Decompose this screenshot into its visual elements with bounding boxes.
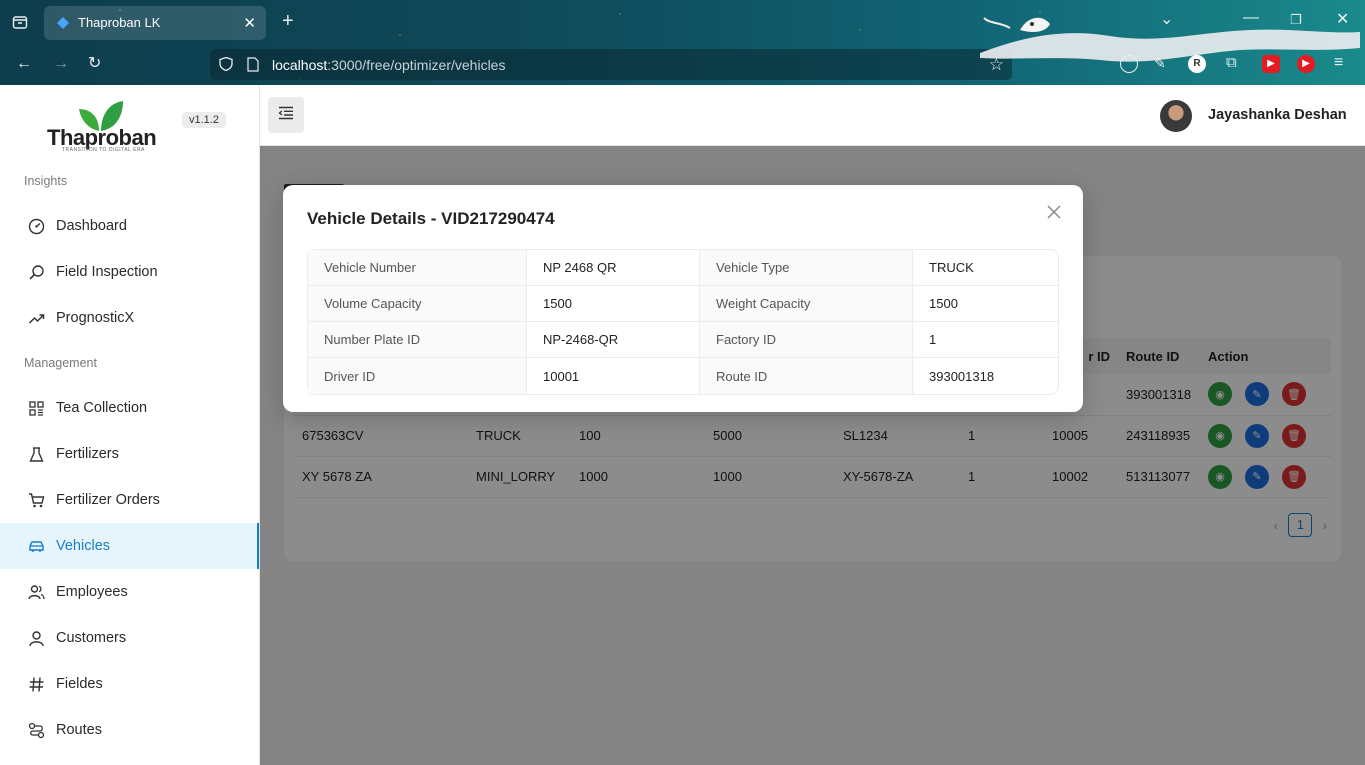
- sidebar-item-field-inspection[interactable]: Field Inspection: [0, 249, 259, 295]
- hash-icon: [27, 675, 45, 693]
- avatar[interactable]: [1160, 100, 1192, 132]
- wrench-icon[interactable]: ✎: [1154, 55, 1166, 71]
- address-bar[interactable]: localhost:3000/free/optimizer/vehicles ☆: [210, 49, 1012, 80]
- sidebar-item-fieldes[interactable]: Fieldes: [0, 661, 259, 707]
- sidebar-item-label: Field Inspection: [56, 264, 158, 280]
- url-host: localhost: [272, 57, 328, 73]
- tab-overview-icon[interactable]: [12, 14, 28, 34]
- modal-close-button[interactable]: [1045, 203, 1063, 221]
- sidebar-item-tea-collection[interactable]: Tea Collection: [0, 385, 259, 431]
- sidebar: Thaproban TRANSITION TO DIGITAL ERA v1.1…: [0, 85, 260, 765]
- detail-value: NP-2468-QR: [527, 322, 700, 358]
- team-icon: [27, 583, 45, 601]
- menu-toggle-button[interactable]: [268, 97, 304, 133]
- detail-value: 1500: [913, 286, 1058, 322]
- app-menu-icon[interactable]: ≡: [1334, 55, 1343, 71]
- sidebar-item-label: Fieldes: [56, 676, 103, 692]
- detail-value: 1: [913, 322, 1058, 358]
- sidebar-item-routes[interactable]: Routes: [0, 707, 259, 753]
- menu-fold-icon: [278, 106, 294, 125]
- sidebar-item-customers[interactable]: Customers: [0, 615, 259, 661]
- details-row: Driver ID 10001 Route ID 393001318: [308, 358, 1058, 394]
- play-icon[interactable]: ▶: [1297, 55, 1315, 73]
- sidebar-item-label: Customers: [56, 630, 127, 646]
- details-row: Volume Capacity 1500 Weight Capacity 150…: [308, 286, 1058, 322]
- tab-title: Thaproban LK: [78, 15, 161, 30]
- extension-r-icon[interactable]: R: [1188, 55, 1206, 73]
- browser-chrome: Thaproban LK ✕ + ⌄ — ❐ ✕ ← → ↻ localhost…: [0, 0, 1365, 85]
- sidebar-item-fertilizer-orders[interactable]: Fertilizer Orders: [0, 477, 259, 523]
- route-icon: [27, 721, 45, 739]
- sidebar-item-dashboard[interactable]: Dashboard: [0, 203, 259, 249]
- detail-value: TRUCK: [913, 250, 1058, 286]
- detail-label: Vehicle Number: [308, 250, 527, 286]
- url-path: :3000/free/optimizer/vehicles: [327, 57, 506, 73]
- detail-label: Volume Capacity: [308, 286, 527, 322]
- trend-icon: [27, 309, 45, 327]
- detail-label: Vehicle Type: [700, 250, 913, 286]
- section-insights: Insights: [24, 174, 68, 188]
- new-tab-icon[interactable]: +: [282, 11, 294, 31]
- youtube-icon[interactable]: ▶: [1262, 55, 1280, 73]
- back-icon[interactable]: ←: [16, 56, 32, 72]
- details-row: Vehicle Number NP 2468 QR Vehicle Type T…: [308, 250, 1058, 286]
- user-icon: [27, 629, 45, 647]
- grid-icon: [27, 399, 45, 417]
- user-name[interactable]: Jayashanka Deshan: [1208, 107, 1347, 123]
- sidebar-item-label: Fertilizers: [56, 446, 119, 462]
- sidebar-item-prognosticx[interactable]: PrognosticX: [0, 295, 259, 341]
- detail-label: Weight Capacity: [700, 286, 913, 322]
- detail-label: Factory ID: [700, 322, 913, 358]
- sidebar-item-label: Routes: [56, 722, 102, 738]
- top-header: Jayashanka Deshan: [260, 85, 1365, 146]
- sidebar-item-label: Vehicles: [56, 538, 111, 554]
- pocket-icon[interactable]: [1120, 55, 1138, 73]
- vehicle-details-table: Vehicle Number NP 2468 QR Vehicle Type T…: [307, 249, 1059, 395]
- sidebar-item-label: PrognosticX: [56, 310, 135, 326]
- sidebar-item-fertilizers[interactable]: Fertilizers: [0, 431, 259, 477]
- detail-label: Number Plate ID: [308, 322, 527, 358]
- detail-label: Route ID: [700, 358, 913, 394]
- section-management: Management: [24, 356, 97, 370]
- sidebar-item-employees[interactable]: Employees: [0, 569, 259, 615]
- detail-value: NP 2468 QR: [527, 250, 700, 286]
- shield-icon[interactable]: [218, 56, 234, 77]
- search-icon: [27, 263, 45, 281]
- sidebar-item-label: Dashboard: [56, 218, 127, 234]
- close-tab-icon[interactable]: ✕: [243, 14, 256, 32]
- dashboard-icon: [27, 217, 45, 235]
- modal-title: Vehicle Details - VID217290474: [307, 209, 555, 228]
- extensions-puzzle-icon[interactable]: ⧉: [1226, 55, 1237, 71]
- vehicle-details-modal: Vehicle Details - VID217290474 Vehicle N…: [283, 185, 1083, 412]
- sidebar-item-vehicles[interactable]: Vehicles: [0, 523, 259, 569]
- favicon-icon: [56, 16, 70, 35]
- detail-label: Driver ID: [308, 358, 527, 394]
- brand-tagline: TRANSITION TO DIGITAL ERA: [62, 147, 145, 153]
- detail-value: 10001: [527, 358, 700, 394]
- flask-icon: [27, 445, 45, 463]
- sidebar-item-label: Employees: [56, 584, 128, 600]
- page-icon[interactable]: [247, 57, 259, 77]
- cart-icon: [27, 491, 45, 509]
- detail-value: 1500: [527, 286, 700, 322]
- car-icon: [27, 537, 45, 555]
- browser-tab[interactable]: Thaproban LK ✕: [44, 6, 266, 40]
- version-badge: v1.1.2: [182, 112, 226, 128]
- detail-value: 393001318: [929, 368, 995, 384]
- reload-icon[interactable]: ↻: [88, 56, 101, 72]
- close-icon: [1047, 199, 1061, 224]
- url-text[interactable]: localhost:3000/free/optimizer/vehicles: [272, 57, 505, 73]
- details-row: Number Plate ID NP-2468-QR Factory ID 1: [308, 322, 1058, 358]
- forward-icon[interactable]: →: [53, 56, 69, 72]
- sidebar-item-label: Fertilizer Orders: [56, 492, 160, 508]
- sidebar-item-label: Tea Collection: [56, 400, 148, 416]
